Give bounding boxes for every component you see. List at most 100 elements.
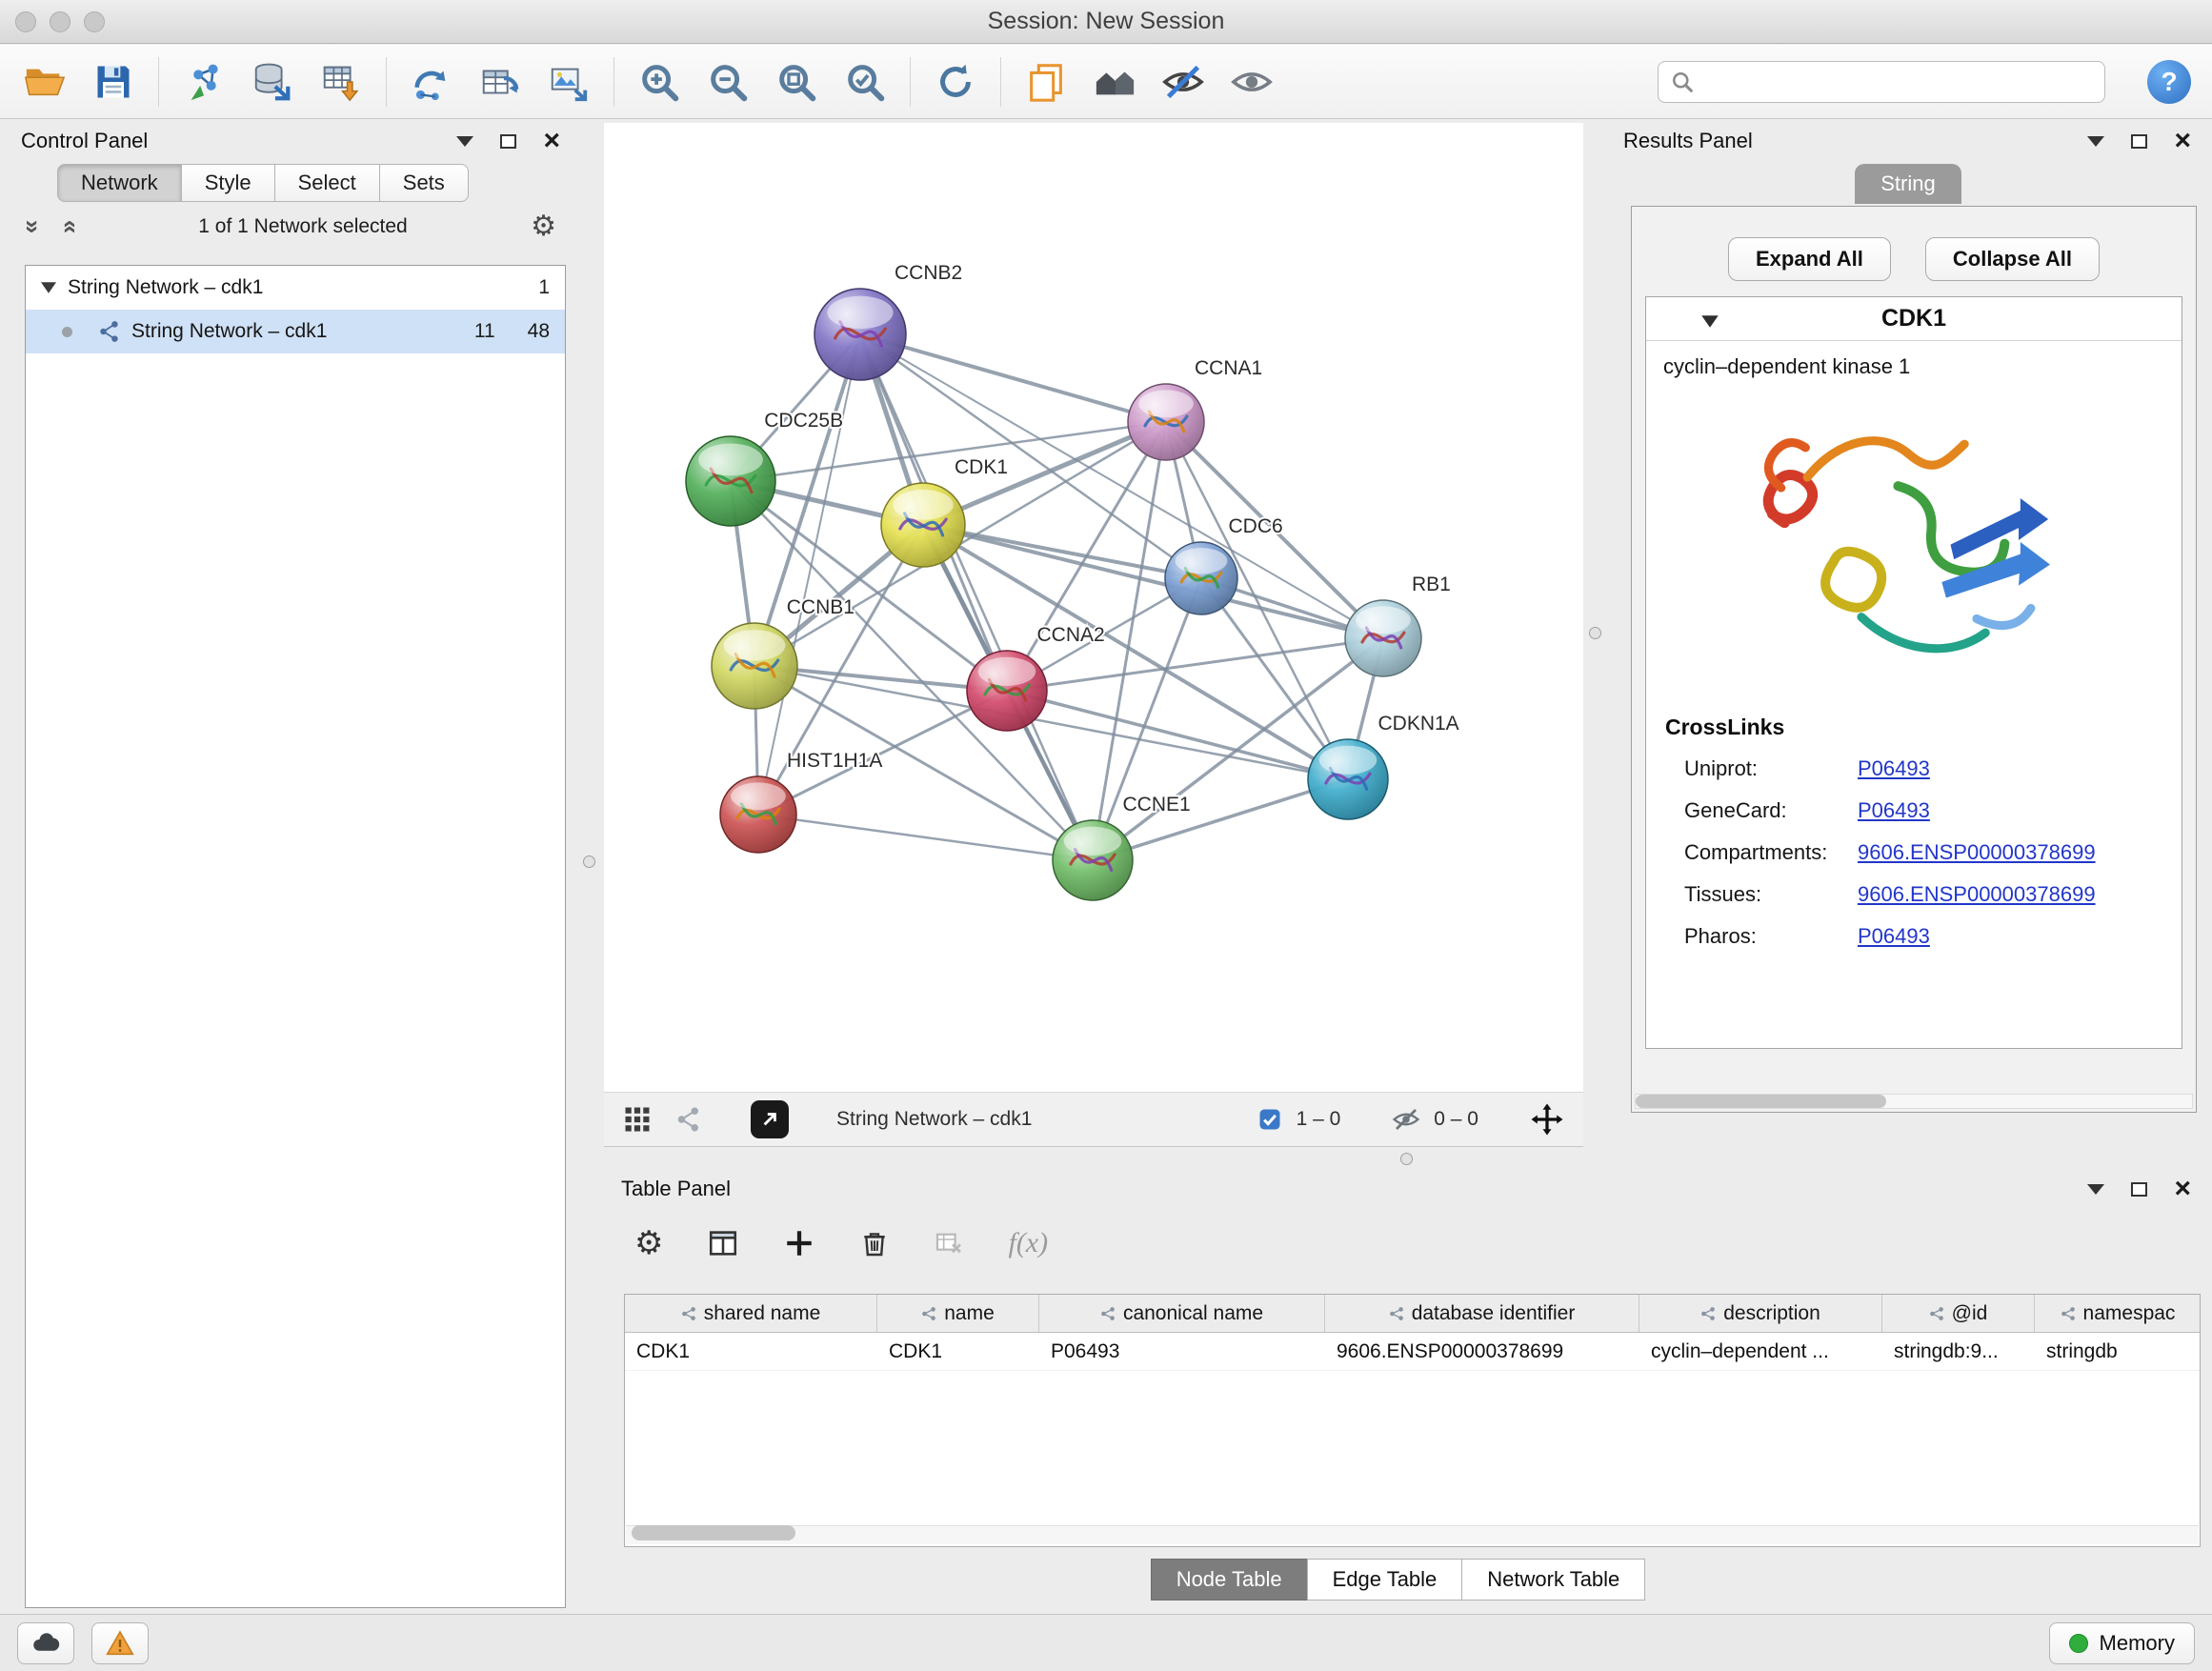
network-edge-CDK1-RB1[interactable] bbox=[923, 525, 1383, 638]
tab-select[interactable]: Select bbox=[274, 164, 380, 202]
column-header-description[interactable]: description bbox=[1639, 1295, 1882, 1332]
column-header-namespac[interactable]: namespac bbox=[2035, 1295, 2201, 1332]
zoom-out-button[interactable] bbox=[704, 57, 752, 107]
panel-menu-icon[interactable] bbox=[2087, 136, 2104, 147]
zoom-window-button[interactable] bbox=[84, 11, 105, 32]
zoom-in-button[interactable] bbox=[635, 57, 683, 107]
open-session-button[interactable] bbox=[21, 57, 69, 107]
network-node-HIST1H1A[interactable]: HIST1H1A bbox=[720, 750, 882, 853]
clone-network-button[interactable] bbox=[408, 57, 455, 107]
network-node-CCNB2[interactable]: CCNB2 bbox=[814, 262, 962, 380]
network-canvas[interactable]: CCNB2CCNA1CDC25BCDK1CDC6RB1CCNB1CCNA2CDK… bbox=[604, 123, 1583, 1092]
table-cell[interactable]: 9606.ENSP00000378699 bbox=[1325, 1333, 1639, 1370]
function-builder-button[interactable]: f(x) bbox=[1008, 1227, 1048, 1259]
tab-style[interactable]: Style bbox=[181, 164, 275, 202]
refresh-view-button[interactable] bbox=[932, 57, 979, 107]
crosslink-value-link[interactable]: P06493 bbox=[1858, 756, 1930, 781]
level-of-detail-button[interactable] bbox=[1091, 57, 1138, 107]
delete-trash-icon[interactable] bbox=[859, 1228, 890, 1258]
close-panel-icon[interactable]: × bbox=[543, 127, 560, 155]
show-annotations-button[interactable] bbox=[1022, 57, 1070, 107]
table-row[interactable]: CDK1CDK1P064939606.ENSP00000378699cyclin… bbox=[625, 1333, 2200, 1371]
panel-menu-icon[interactable] bbox=[456, 136, 473, 147]
zoom-fit-button[interactable] bbox=[773, 57, 820, 107]
network-node-CCNB1[interactable]: CCNB1 bbox=[712, 596, 855, 709]
cloud-status-button[interactable] bbox=[17, 1622, 74, 1664]
crosslink-value-link[interactable]: P06493 bbox=[1858, 798, 1930, 823]
network-options-gear-icon[interactable]: ⚙ bbox=[531, 212, 556, 241]
save-session-button[interactable] bbox=[90, 57, 137, 107]
collapse-all-button[interactable]: Collapse All bbox=[1925, 237, 2100, 281]
crosslink-value-link[interactable]: P06493 bbox=[1858, 924, 1930, 949]
close-panel-icon[interactable]: × bbox=[2174, 1175, 2191, 1203]
close-panel-icon[interactable]: × bbox=[2174, 127, 2191, 155]
zoom-selected-button[interactable] bbox=[841, 57, 889, 107]
float-panel-icon[interactable] bbox=[2131, 1182, 2147, 1197]
network-node-CDKN1A[interactable]: CDKN1A bbox=[1308, 713, 1459, 819]
tab-string[interactable]: String bbox=[1855, 164, 1961, 204]
table-cell[interactable]: CDK1 bbox=[625, 1333, 877, 1370]
tab-node-table[interactable]: Node Table bbox=[1151, 1559, 1308, 1601]
detach-view-button[interactable] bbox=[751, 1100, 789, 1138]
collapse-all-networks-icon[interactable]: » bbox=[56, 220, 81, 233]
expand-all-networks-icon[interactable]: » bbox=[21, 220, 46, 233]
export-image-button[interactable] bbox=[545, 57, 593, 107]
network-edge-HIST1H1A-CCNE1[interactable] bbox=[758, 815, 1093, 860]
scrollbar-thumb[interactable] bbox=[1636, 1095, 1886, 1108]
results-horizontal-scrollbar[interactable] bbox=[1635, 1094, 2193, 1109]
crosslink-value-link[interactable]: 9606.ENSP00000378699 bbox=[1858, 840, 2096, 865]
memory-button[interactable]: Memory bbox=[2049, 1622, 2195, 1664]
float-panel-icon[interactable] bbox=[500, 134, 516, 149]
network-node-RB1[interactable]: RB1 bbox=[1345, 574, 1451, 676]
search-input[interactable] bbox=[1658, 61, 2105, 103]
new-network-table-button[interactable] bbox=[476, 57, 524, 107]
tab-network[interactable]: Network bbox=[57, 164, 182, 202]
add-column-icon[interactable] bbox=[783, 1227, 815, 1259]
network-node-CCNE1[interactable]: CCNE1 bbox=[1053, 794, 1191, 900]
tab-edge-table[interactable]: Edge Table bbox=[1307, 1559, 1463, 1601]
table-cell[interactable]: stringdb:9... bbox=[1882, 1333, 2035, 1370]
network-edge-CCNB2-HIST1H1A[interactable] bbox=[758, 334, 860, 815]
splitter-handle[interactable] bbox=[1589, 627, 1601, 639]
minimize-window-button[interactable] bbox=[50, 11, 70, 32]
table-cell[interactable]: stringdb bbox=[2035, 1333, 2201, 1370]
column-header-name[interactable]: name bbox=[877, 1295, 1039, 1332]
column-header-canonical-name[interactable]: canonical name bbox=[1039, 1295, 1325, 1332]
tab-network-table[interactable]: Network Table bbox=[1461, 1559, 1645, 1601]
table-horizontal-scrollbar[interactable] bbox=[626, 1525, 2199, 1544]
share-network-icon[interactable] bbox=[674, 1105, 703, 1134]
column-header-shared-name[interactable]: shared name bbox=[625, 1295, 877, 1332]
import-table-button[interactable] bbox=[317, 57, 365, 107]
table-cell[interactable]: P06493 bbox=[1039, 1333, 1325, 1370]
tab-sets[interactable]: Sets bbox=[379, 164, 469, 202]
network-collection-row[interactable]: String Network – cdk1 1 bbox=[26, 266, 565, 310]
table-cell[interactable]: cyclin–dependent ... bbox=[1639, 1333, 1882, 1370]
import-network-file-button[interactable] bbox=[180, 57, 228, 107]
splitter-handle[interactable] bbox=[583, 856, 595, 868]
import-network-database-button[interactable] bbox=[249, 57, 296, 107]
help-button[interactable]: ? bbox=[2147, 60, 2191, 104]
warnings-button[interactable] bbox=[91, 1622, 149, 1664]
scrollbar-thumb[interactable] bbox=[632, 1525, 795, 1540]
network-node-CCNA1[interactable]: CCNA1 bbox=[1128, 357, 1262, 460]
show-graphics-details-button[interactable] bbox=[1228, 57, 1276, 107]
splitter-handle[interactable] bbox=[1400, 1153, 1413, 1165]
collapse-gene-triangle-icon[interactable] bbox=[1701, 314, 1719, 329]
float-panel-icon[interactable] bbox=[2131, 134, 2147, 149]
grid-icon[interactable] bbox=[623, 1105, 652, 1134]
network-row[interactable]: String Network – cdk1 11 48 bbox=[26, 310, 565, 353]
crosslink-value-link[interactable]: 9606.ENSP00000378699 bbox=[1858, 882, 2096, 907]
network-node-CDK1[interactable]: CDK1 bbox=[881, 456, 1008, 567]
move-network-icon[interactable] bbox=[1530, 1102, 1564, 1137]
network-edge-CCNB2-CCNE1[interactable] bbox=[860, 334, 1093, 860]
column-header-@id[interactable]: @id bbox=[1882, 1295, 2035, 1332]
show-columns-icon[interactable] bbox=[707, 1227, 739, 1259]
table-settings-gear-icon[interactable]: ⚙ bbox=[634, 1227, 663, 1259]
panel-menu-icon[interactable] bbox=[2087, 1184, 2104, 1195]
network-edge-CCNB2-CCNA1[interactable] bbox=[860, 334, 1166, 422]
column-header-database-identifier[interactable]: database identifier bbox=[1325, 1295, 1639, 1332]
table-cell[interactable]: CDK1 bbox=[877, 1333, 1039, 1370]
expand-all-button[interactable]: Expand All bbox=[1728, 237, 1891, 281]
close-window-button[interactable] bbox=[15, 11, 36, 32]
hide-graphics-details-button[interactable] bbox=[1159, 57, 1207, 107]
